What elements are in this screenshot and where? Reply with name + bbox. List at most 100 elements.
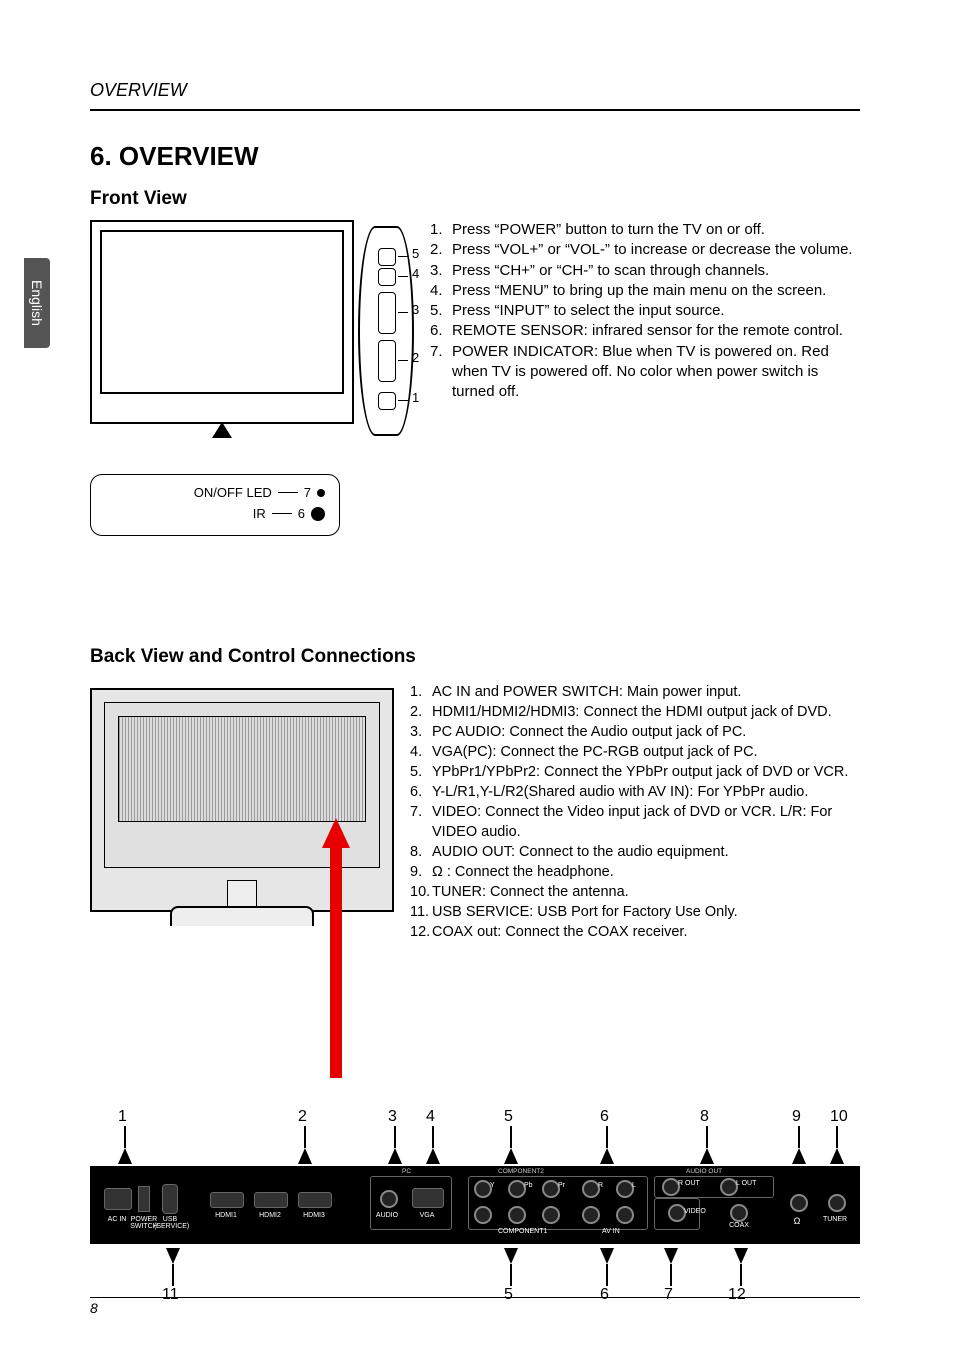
arrow-stem — [432, 1126, 434, 1148]
callout-2: 2 — [412, 350, 419, 365]
side-button-panel-icon — [358, 226, 414, 436]
vga-port-icon — [412, 1188, 444, 1208]
front-view-diagram: 5 4 3 2 1 ON/OFF LED 7 IR 6 — [90, 220, 410, 536]
coax-jack-icon — [730, 1204, 748, 1222]
hdmi1-label: HDMI1 — [210, 1212, 242, 1219]
vga-label: VGA — [412, 1212, 442, 1219]
tick-mark — [398, 256, 408, 257]
up-arrow-icon — [504, 1148, 518, 1164]
list-item: 12.COAX out: Connect the COAX receiver. — [410, 922, 870, 942]
list-item: 6.Y-L/R1,Y-L/R2(Shared audio with AV IN)… — [410, 782, 870, 802]
hdmi2-port-icon — [254, 1192, 288, 1208]
tuner-jack-icon — [828, 1194, 846, 1212]
up-arrow-icon — [792, 1148, 806, 1164]
vol-button-icon — [378, 340, 396, 382]
callout-3: 3 — [388, 1108, 397, 1126]
headphone-label: Ω — [790, 1216, 804, 1226]
pr1-jack-icon — [542, 1206, 560, 1224]
ir-legend-label: IR — [253, 506, 266, 521]
front-view-heading: Front View — [90, 188, 860, 210]
l-label: L — [632, 1182, 636, 1189]
arrow-stem — [510, 1126, 512, 1148]
up-arrow-icon — [118, 1148, 132, 1164]
legend-line-icon — [272, 513, 292, 514]
language-tab: English — [24, 258, 50, 348]
back-stand-icon — [170, 906, 314, 926]
component1-label: COMPONENT1 — [498, 1228, 547, 1235]
power-switch-icon — [138, 1186, 150, 1212]
tv-body-icon — [90, 220, 354, 424]
arrow-stem — [172, 1264, 174, 1286]
power-button-icon — [378, 392, 396, 410]
list-item: 5.Press “INPUT” to select the input sour… — [430, 301, 860, 321]
hdmi1-port-icon — [210, 1192, 244, 1208]
callout-1: 1 — [412, 390, 419, 405]
pc-audio-label: AUDIO — [372, 1212, 402, 1219]
page-number: 8 — [90, 1300, 98, 1316]
hdmi2-label: HDMI2 — [254, 1212, 286, 1219]
tick-mark — [398, 400, 408, 401]
callout-3: 3 — [412, 302, 419, 317]
tick-mark — [398, 276, 408, 277]
audio-out-header-label: AUDIO OUT — [686, 1168, 722, 1175]
down-arrow-icon — [166, 1248, 180, 1264]
down-arrow-icon — [504, 1248, 518, 1264]
av-in-label: AV IN — [602, 1228, 620, 1235]
arrow-stem — [740, 1264, 742, 1286]
ac-in-port-icon — [104, 1188, 132, 1210]
back-hatch-icon — [118, 716, 366, 822]
headphone-jack-icon — [790, 1194, 808, 1212]
y-label: Y — [490, 1182, 495, 1189]
callout-5: 5 — [504, 1108, 513, 1126]
ir-legend-num: 6 — [298, 506, 305, 521]
ch-button-icon — [378, 292, 396, 334]
input-button-icon — [378, 248, 396, 266]
down-arrow-icon — [734, 1248, 748, 1264]
page-title: 6. OVERVIEW — [90, 141, 860, 172]
connection-panel: AC IN POWER SWITCH USB (SERVICE) HDMI1 H… — [90, 1166, 860, 1244]
list-item: 4.Press “MENU” to bring up the main menu… — [430, 281, 860, 301]
list-item: 4.VGA(PC): Connect the PC-RGB output jac… — [410, 742, 870, 762]
callout-4: 4 — [412, 266, 419, 281]
pc-audio-jack-icon — [380, 1190, 398, 1208]
y1-jack-icon — [474, 1206, 492, 1224]
list-item: 1.Press “POWER” button to turn the TV on… — [430, 220, 860, 240]
up-arrow-icon — [600, 1148, 614, 1164]
list-item: 8.AUDIO OUT: Connect to the audio equipm… — [410, 842, 870, 862]
callout-6: 6 — [600, 1108, 609, 1126]
arrow-stem — [798, 1126, 800, 1148]
callout-10: 10 — [830, 1108, 848, 1126]
page-footer: 8 — [90, 1297, 860, 1316]
up-arrow-icon — [298, 1148, 312, 1164]
pr-label: Pr — [558, 1182, 565, 1189]
r1-jack-icon — [582, 1206, 600, 1224]
callout-8: 8 — [700, 1108, 709, 1126]
arrow-stem — [670, 1264, 672, 1286]
tv-screen-icon — [100, 230, 344, 394]
pb-label: Pb — [524, 1182, 533, 1189]
arrow-stem — [510, 1264, 512, 1286]
legend-line-icon — [278, 492, 298, 493]
down-arrow-icon — [664, 1248, 678, 1264]
arrow-stem — [706, 1126, 708, 1148]
r-label: R — [598, 1182, 603, 1189]
callout-9: 9 — [792, 1108, 801, 1126]
callout-1: 1 — [118, 1108, 127, 1126]
arrow-stem — [394, 1126, 396, 1148]
hdmi3-label: HDMI3 — [298, 1212, 330, 1219]
connection-panel-area: 1 2 3 4 5 6 8 9 10 AC IN POWER SWITCH US… — [90, 1108, 860, 1328]
list-item: 7.POWER INDICATOR: Blue when TV is power… — [430, 342, 860, 403]
callout-2: 2 — [298, 1108, 307, 1126]
coax-label: COAX — [724, 1222, 754, 1229]
tick-mark — [398, 360, 408, 361]
front-view-list: 1.Press “POWER” button to turn the TV on… — [430, 220, 860, 402]
led-legend-label: ON/OFF LED — [194, 485, 272, 500]
list-item: 3.PC AUDIO: Connect the Audio output jac… — [410, 722, 870, 742]
up-arrow-icon — [388, 1148, 402, 1164]
l-out-label: L OUT — [736, 1180, 756, 1187]
led-legend-num: 7 — [304, 485, 311, 500]
list-item: 9.Ω : Connect the headphone. — [410, 862, 870, 882]
usb-port-icon — [162, 1184, 178, 1214]
arrow-stem — [606, 1264, 608, 1286]
up-arrow-icon — [700, 1148, 714, 1164]
